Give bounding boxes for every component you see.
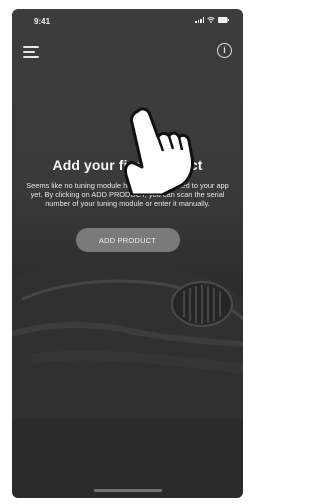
status-icons [195, 17, 229, 23]
tap-hand-icon [124, 107, 194, 195]
add-product-button[interactable]: ADD PRODUCT [75, 228, 180, 252]
wifi-icon [207, 17, 215, 23]
top-bar: i [12, 43, 243, 63]
status-time: 9:41 [34, 17, 51, 26]
status-bar: 9:41 [12, 9, 243, 31]
car-background-image [12, 259, 243, 419]
signal-icon [195, 17, 204, 23]
app-screen: 9:41 i Add your Seems like no tuning mod… [12, 9, 243, 498]
battery-icon [218, 17, 229, 23]
info-icon[interactable]: i [217, 43, 232, 58]
hamburger-menu-icon[interactable] [23, 45, 39, 59]
home-indicator [94, 489, 162, 492]
